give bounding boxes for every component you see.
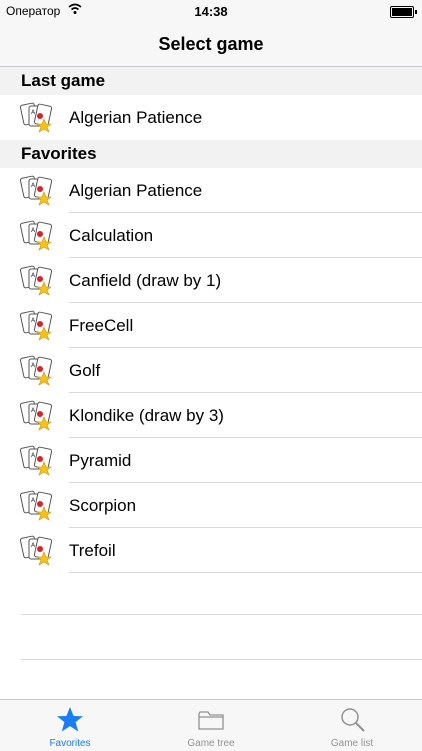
- tab-game-list[interactable]: Game list: [282, 700, 422, 751]
- list-item-favorite[interactable]: A Trefoil: [0, 528, 422, 573]
- list-item-favorite[interactable]: A Golf: [0, 348, 422, 393]
- playing-cards-icon: A: [20, 265, 53, 296]
- game-name: Calculation: [69, 226, 154, 245]
- navigation-bar: Select game: [0, 22, 422, 67]
- playing-cards-icon: A: [20, 310, 53, 341]
- playing-cards-icon: A: [20, 102, 53, 133]
- section-header-last-game: Last game: [0, 67, 422, 95]
- game-name: Canfield (draw by 1): [69, 271, 222, 290]
- battery-icon: [390, 6, 417, 18]
- section-header-label: Favorites: [21, 144, 97, 163]
- list-item-favorite[interactable]: A Algerian Patience: [0, 168, 422, 213]
- clock: 14:38: [194, 4, 228, 19]
- tab-label: Game list: [330, 738, 374, 749]
- folder-icon: [198, 711, 224, 730]
- list-item-favorite[interactable]: A Klondike (draw by 3): [0, 393, 422, 438]
- playing-cards-icon: A: [20, 175, 53, 206]
- playing-cards-icon: A: [20, 535, 53, 566]
- playing-cards-icon: A: [20, 400, 53, 431]
- list-separator: [21, 614, 422, 615]
- list-item-last-game[interactable]: A Algerian Patience: [0, 95, 422, 140]
- tab-game-tree[interactable]: Game tree: [141, 700, 281, 751]
- list-item-favorite[interactable]: A Canfield (draw by 1): [0, 258, 422, 303]
- playing-cards-icon: A: [20, 220, 53, 251]
- page-title: Select game: [158, 34, 264, 54]
- game-name: Algerian Patience: [69, 108, 203, 127]
- game-name: Algerian Patience: [69, 181, 203, 200]
- game-name: FreeCell: [69, 316, 134, 335]
- section-header-favorites: Favorites: [0, 140, 422, 168]
- playing-cards-icon: A: [20, 355, 53, 386]
- star-icon: [57, 707, 83, 732]
- list-item-favorite[interactable]: A Calculation: [0, 213, 422, 258]
- game-name: Klondike (draw by 3): [69, 406, 224, 425]
- game-name: Golf: [69, 361, 101, 380]
- game-name: Trefoil: [69, 541, 116, 560]
- tab-favorites[interactable]: Favorites: [0, 700, 140, 751]
- search-icon: [341, 708, 365, 732]
- row-separator: [69, 572, 422, 573]
- playing-cards-icon: A: [20, 490, 53, 521]
- list-item-favorite[interactable]: A Pyramid: [0, 438, 422, 483]
- tab-label: Game tree: [187, 738, 235, 749]
- list-separator: [21, 659, 422, 660]
- list-item-favorite[interactable]: A FreeCell: [0, 303, 422, 348]
- section-header-label: Last game: [21, 71, 106, 90]
- playing-cards-icon: A: [20, 445, 53, 476]
- status-bar: Оператор 14:38: [0, 0, 422, 22]
- list-item-favorite[interactable]: A Scorpion: [0, 483, 422, 528]
- tab-label: Favorites: [49, 738, 91, 749]
- game-name: Pyramid: [69, 451, 132, 470]
- tab-bar: Favorites Game tree Game list: [0, 699, 422, 751]
- game-name: Scorpion: [69, 496, 137, 515]
